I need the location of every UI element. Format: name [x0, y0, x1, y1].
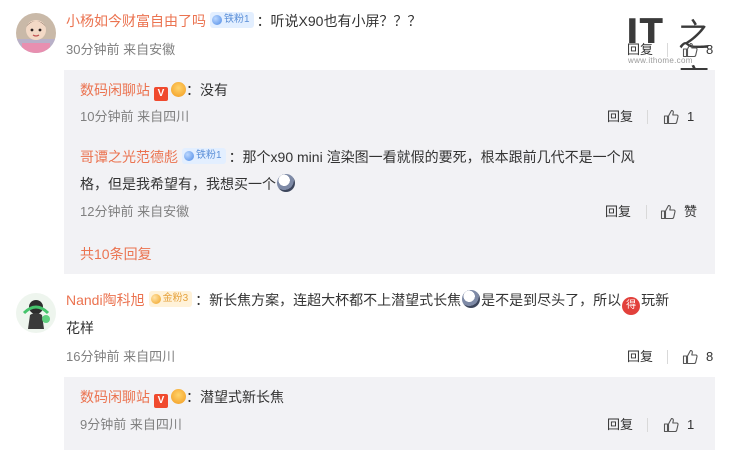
reply-text-line-2: 格，但是我希望有，我想买一个 [80, 174, 296, 194]
emoji-icon [277, 174, 295, 192]
avatar-child-icon [16, 13, 56, 53]
reply-text-line: 数码闲聊站 V ：潜望式新长焦 [80, 387, 284, 408]
reply-time: 10分钟前 [80, 109, 134, 124]
comment-text: 是不是到尽头了，所以 [481, 292, 622, 308]
reply-button[interactable]: 回复 [605, 203, 631, 221]
reply-button-label: 回复 [627, 42, 654, 57]
thumbs-up-icon [682, 42, 698, 58]
diamond-icon [212, 15, 222, 25]
comment-location: 来自安徽 [123, 42, 176, 57]
reply-text-line: 数码闲聊站 V ：没有 [80, 80, 228, 101]
like-button[interactable]: 8 [682, 41, 713, 59]
fan-badge[interactable]: 铁粉1 [182, 148, 226, 164]
reply-button[interactable]: 回复 [627, 348, 653, 366]
divider [647, 110, 648, 124]
divider [667, 350, 668, 364]
verified-v-icon[interactable]: V [154, 87, 168, 101]
reply-button-label: 回复 [607, 109, 634, 124]
comment-text: ：新长焦方案，连超大杯都不上潜望式长焦 [195, 292, 462, 308]
reply-location: 来自四川 [129, 417, 182, 432]
divider [646, 205, 647, 219]
comment-text-line-2: 花样 [66, 318, 94, 338]
like-count: 1 [687, 109, 695, 124]
comment-text: 玩新 [641, 292, 670, 308]
thumbs-up-icon [663, 109, 679, 125]
fan-badge[interactable]: 金粉3 [148, 291, 193, 307]
reply-location: 来自四川 [137, 109, 190, 124]
thumbs-up-icon [682, 349, 698, 365]
avatar[interactable] [16, 293, 56, 333]
username-link[interactable]: Nandi陶科旭 [66, 292, 145, 308]
fan-badge-label: 铁粉1 [196, 150, 222, 161]
thumbs-up-icon [663, 417, 679, 433]
fan-badge-label: 铁粉1 [224, 14, 250, 25]
comment-location: 来自四川 [123, 349, 176, 364]
fan-badge-label: 金粉3 [162, 293, 189, 304]
like-button[interactable]: 1 [663, 416, 694, 434]
like-button[interactable]: 1 [663, 108, 694, 126]
reply-location: 来自安徽 [137, 204, 190, 219]
comment-text-line: Nandi陶科旭 金粉3 ：新长焦方案，连超大杯都不上潜望式长焦 是不是到尽头了，所以… [66, 290, 669, 315]
diamond-icon [184, 151, 194, 161]
divider [667, 43, 668, 57]
like-count: 8 [706, 349, 714, 364]
reply-button-label: 回复 [627, 349, 654, 364]
reply-text-line: 哥谭之光范德彪 铁粉1 ：那个x90 mini 渲染图一看就假的要死，根本跟前几代不… [80, 147, 635, 167]
crown-icon[interactable] [171, 389, 186, 404]
fan-badge[interactable]: 铁粉1 [210, 12, 254, 28]
reply-button-label: 回复 [607, 417, 634, 432]
crown-icon[interactable] [171, 82, 186, 97]
comment-meta: 30分钟前 来自安徽 [66, 41, 175, 59]
reply-meta: 9分钟前 来自四川 [80, 416, 182, 434]
reply-meta: 12分钟前 来自安徽 [80, 203, 189, 221]
reply-text: ：潜望式新长焦 [186, 389, 284, 405]
reply-button[interactable]: 回复 [627, 41, 653, 59]
reply-time: 12分钟前 [80, 204, 134, 219]
username-link[interactable]: 哥谭之光范德彪 [80, 149, 178, 165]
username-link[interactable]: 数码闲聊站 [80, 82, 150, 98]
thumbs-up-icon [660, 204, 676, 220]
username-link[interactable]: 数码闲聊站 [80, 389, 150, 405]
more-replies-link[interactable]: 共10条回复 [80, 244, 152, 264]
like-button[interactable]: 赞 [660, 203, 697, 221]
like-label: 赞 [684, 204, 698, 219]
avatar-cartoon-icon [16, 293, 56, 333]
reply-text: ：那个x90 mini 渲染图一看就假的要死，根本跟前几代不是一个风 [228, 149, 635, 165]
reply-button-label: 回复 [605, 204, 632, 219]
comment-text: ：听说X90也有小屏？？？ [256, 13, 422, 29]
reply-text: 格，但是我希望有，我想买一个 [80, 176, 276, 192]
verified-v-icon[interactable]: V [154, 394, 168, 408]
comment-time: 16分钟前 [66, 349, 120, 364]
reply-button[interactable]: 回复 [607, 416, 633, 434]
like-button[interactable]: 8 [682, 348, 713, 366]
comment-meta: 16分钟前 来自四川 [66, 348, 175, 366]
reply-button[interactable]: 回复 [607, 108, 633, 126]
de-emoji-icon: 得 [622, 297, 641, 315]
divider [647, 418, 648, 432]
emoji-icon [462, 290, 481, 308]
like-count: 1 [687, 417, 695, 432]
reply-meta: 10分钟前 来自四川 [80, 108, 189, 126]
avatar[interactable] [16, 13, 56, 53]
reply-time: 9分钟前 [80, 417, 127, 432]
comment-text: 花样 [66, 320, 94, 336]
comment-text-line: 小杨如今财富自由了吗 铁粉1 ：听说X90也有小屏？？？ [66, 11, 421, 31]
diamond-icon [150, 294, 161, 304]
reply-text: ：没有 [186, 82, 228, 98]
comment-time: 30分钟前 [66, 42, 120, 57]
username-link[interactable]: 小杨如今财富自由了吗 [66, 13, 206, 29]
like-count: 8 [706, 42, 714, 57]
